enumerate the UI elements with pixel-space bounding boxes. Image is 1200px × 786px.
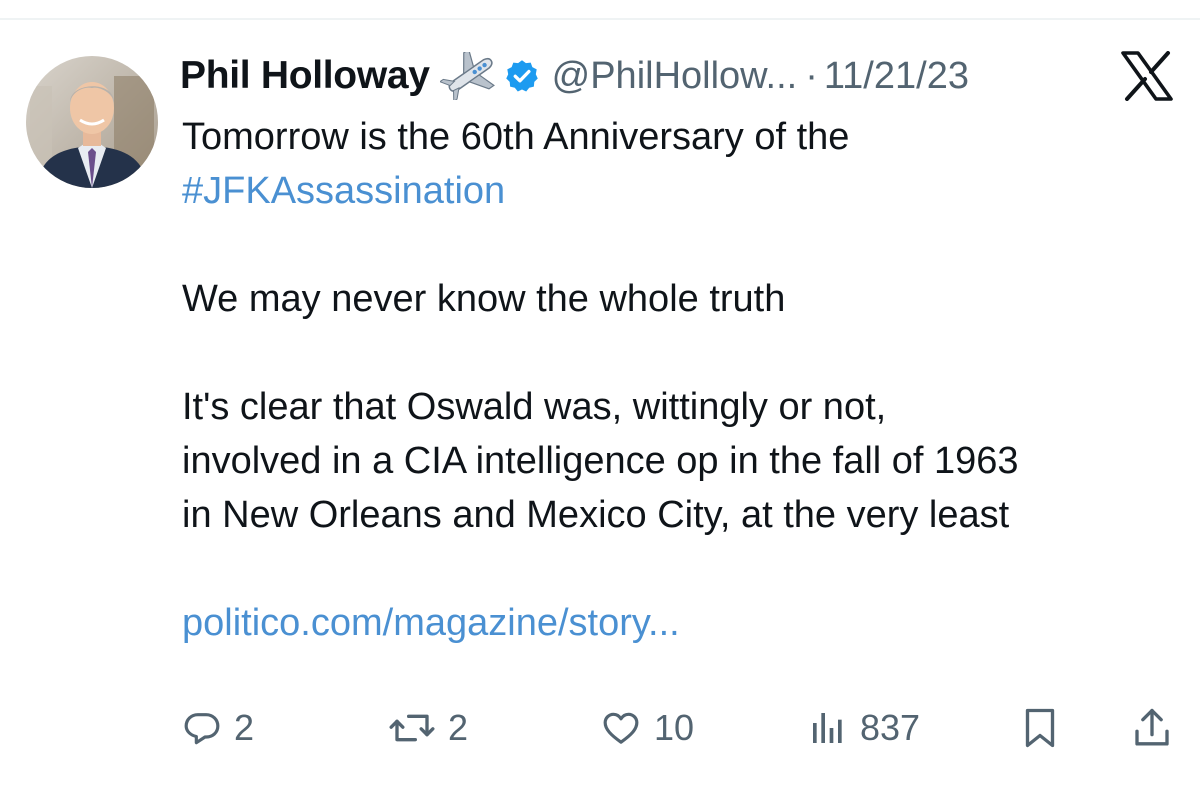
action-bar: 2 2 10 837 [180, 700, 1180, 756]
body-line: involved in a CIA intelligence op in the… [182, 440, 1019, 482]
article-link[interactable]: politico.com/magazine/story... [182, 602, 680, 644]
hashtag-link[interactable]: #JFKAssassination [182, 170, 505, 212]
bookmark-button[interactable] [1020, 700, 1060, 756]
body-line: It's clear that Oswald was, wittingly or… [182, 386, 887, 428]
views-button[interactable]: 837 [808, 700, 920, 756]
body-line: Tomorrow is the 60th Anniversary of the [182, 116, 850, 158]
bookmark-icon [1025, 708, 1055, 748]
body-line: in New Orleans and Mexico City, at the v… [182, 494, 1010, 536]
reply-icon [184, 713, 220, 745]
reply-count: 2 [234, 707, 255, 748]
tweet-card[interactable]: Phil Holloway @PhilHollow... · 11/21/23 [0, 0, 1200, 786]
like-count: 10 [654, 707, 695, 748]
share-button[interactable] [1132, 700, 1172, 756]
handle[interactable]: @PhilHollow... [552, 55, 798, 98]
tweet-header: Phil Holloway @PhilHollow... · 11/21/23 [180, 48, 969, 104]
heart-icon [603, 712, 639, 744]
x-logo-icon[interactable] [1120, 51, 1174, 101]
repost-icon [389, 714, 435, 742]
display-name[interactable]: Phil Holloway [180, 54, 430, 98]
repost-count: 2 [448, 707, 469, 748]
like-button[interactable]: 10 [600, 700, 694, 756]
share-icon [1135, 708, 1169, 746]
repost-button[interactable]: 2 [388, 700, 468, 756]
separator-dot: · [805, 54, 818, 97]
views-count: 837 [860, 707, 921, 748]
avatar[interactable] [26, 56, 158, 188]
avatar-photo [26, 56, 158, 188]
reply-button[interactable]: 2 [182, 700, 254, 756]
verified-badge-icon[interactable] [504, 58, 540, 94]
views-icon [813, 713, 842, 743]
timestamp[interactable]: 11/21/23 [824, 55, 969, 98]
tweet-body: Tomorrow is the 60th Anniversary of the … [182, 110, 1182, 650]
airplane-emoji [439, 52, 495, 100]
body-line: We may never know the whole truth [182, 278, 786, 320]
